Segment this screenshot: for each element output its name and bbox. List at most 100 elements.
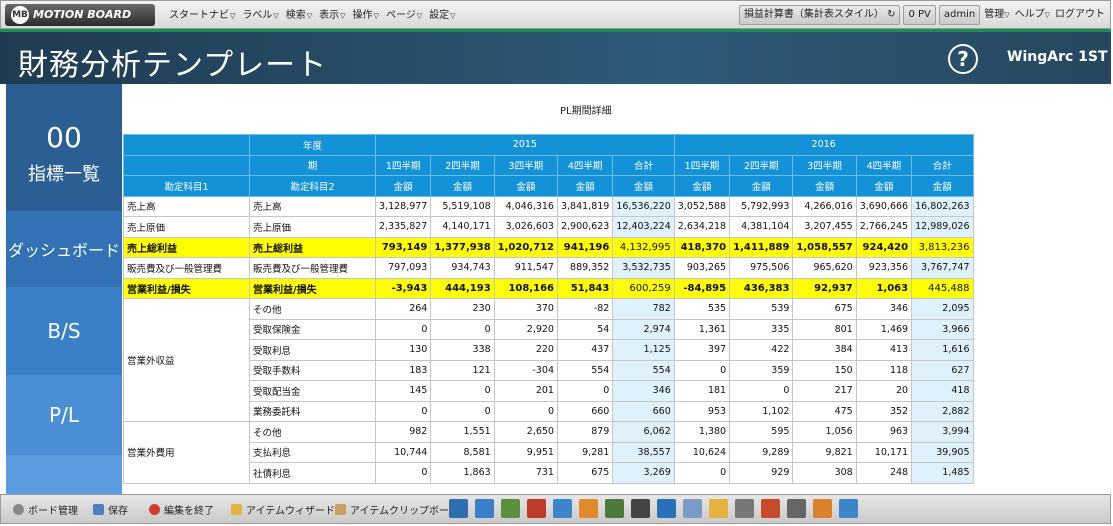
panel-icon[interactable] — [605, 499, 624, 518]
value-cell[interactable]: 264 — [374, 298, 432, 320]
total-cell[interactable]: 554 — [612, 359, 675, 381]
acc1-cell[interactable]: 営業利益/損失 — [123, 277, 250, 299]
motionboard-logo[interactable]: MB MOTION BOARD — [5, 4, 155, 26]
value-cell[interactable]: 2,335,827 — [374, 216, 432, 238]
total-cell[interactable]: 3,767,747 — [911, 257, 974, 279]
value-cell[interactable]: 660 — [556, 400, 614, 422]
value-cell[interactable]: 911,547 — [493, 257, 558, 279]
globe-icon[interactable] — [657, 499, 676, 518]
acc1-cell[interactable]: 販売費及び一般管理費 — [123, 257, 250, 279]
value-cell[interactable]: -82 — [556, 298, 614, 320]
value-cell[interactable]: 359 — [729, 359, 794, 381]
value-cell[interactable]: 9,289 — [729, 441, 794, 463]
total-cell[interactable]: 16,802,263 — [911, 195, 974, 217]
value-cell[interactable]: 975,506 — [729, 257, 794, 279]
value-cell[interactable]: 0 — [493, 400, 558, 422]
total-cell[interactable]: 12,989,026 — [911, 216, 974, 238]
total-cell[interactable]: 1,125 — [612, 339, 675, 361]
value-cell[interactable]: 150 — [792, 359, 857, 381]
value-cell[interactable]: 1,377,938 — [430, 236, 495, 258]
acc2-cell[interactable]: 支払利息 — [249, 441, 376, 463]
value-cell[interactable]: 444,193 — [430, 277, 495, 299]
menu-view[interactable]: 表示▽ — [319, 1, 345, 30]
value-cell[interactable]: 793,149 — [374, 236, 432, 258]
value-cell[interactable]: 3,128,977 — [374, 195, 432, 217]
total-cell[interactable]: 1,616 — [911, 339, 974, 361]
layout-icon[interactable] — [449, 499, 468, 518]
total-cell[interactable]: 4,132,995 — [612, 236, 675, 258]
value-cell[interactable]: 201 — [493, 380, 558, 402]
total-cell[interactable]: 1,485 — [911, 462, 974, 484]
total-cell[interactable]: 418 — [911, 380, 974, 402]
value-cell[interactable]: 92,937 — [792, 277, 857, 299]
value-cell[interactable]: 475 — [792, 400, 857, 422]
value-cell[interactable]: 10,624 — [673, 441, 731, 463]
value-cell[interactable]: 0 — [374, 462, 432, 484]
total-cell[interactable]: 600,259 — [612, 277, 675, 299]
acc2-cell[interactable]: 受取利息 — [249, 339, 376, 361]
total-cell[interactable]: 2,882 — [911, 400, 974, 422]
acc2-cell[interactable]: その他 — [249, 421, 376, 443]
total-cell[interactable]: 3,813,236 — [911, 236, 974, 258]
value-cell[interactable]: 338 — [430, 339, 495, 361]
folder-icon[interactable] — [709, 499, 728, 518]
value-cell[interactable]: 675 — [556, 462, 614, 484]
save-button[interactable]: 保存 — [93, 502, 128, 517]
value-cell[interactable]: 1,469 — [855, 318, 913, 340]
value-cell[interactable]: 4,046,316 — [493, 195, 558, 217]
acc2-cell[interactable]: 売上高 — [249, 195, 376, 217]
sidebar-item-bs[interactable]: B/S — [6, 287, 122, 375]
logout-link[interactable]: ログアウト — [1054, 5, 1106, 25]
clock-icon[interactable] — [527, 499, 546, 518]
period-header[interactable]: 4四半期 — [855, 154, 913, 176]
value-cell[interactable]: 5,519,108 — [430, 195, 495, 217]
value-cell[interactable]: 1,020,712 — [493, 236, 558, 258]
form-icon[interactable] — [787, 499, 806, 518]
menu-search[interactable]: 検索▽ — [286, 1, 312, 30]
total-cell[interactable]: 445,488 — [911, 277, 974, 299]
total-cell[interactable]: 346 — [612, 380, 675, 402]
refresh-icon[interactable]: ↻ — [887, 9, 895, 20]
value-cell[interactable]: 1,863 — [430, 462, 495, 484]
period-header[interactable]: 2四半期 — [430, 154, 495, 176]
acc1-cell[interactable]: 売上原価 — [123, 216, 250, 238]
value-cell[interactable]: 797,093 — [374, 257, 432, 279]
acc1-cell[interactable]: 売上総利益 — [123, 236, 250, 258]
total-cell[interactable]: 12,403,224 — [612, 216, 675, 238]
value-cell[interactable]: 929 — [729, 462, 794, 484]
value-cell[interactable]: 801 — [792, 318, 857, 340]
value-cell[interactable]: 9,281 — [556, 441, 614, 463]
value-cell[interactable]: 924,420 — [855, 236, 913, 258]
total-cell[interactable]: 627 — [911, 359, 974, 381]
value-cell[interactable]: -84,895 — [673, 277, 731, 299]
value-cell[interactable]: 9,951 — [493, 441, 558, 463]
value-cell[interactable]: 879 — [556, 421, 614, 443]
grid-icon[interactable] — [501, 499, 520, 518]
total-cell[interactable]: 38,557 — [612, 441, 675, 463]
scatter-icon[interactable] — [579, 499, 598, 518]
total-cell[interactable]: 6,062 — [612, 421, 675, 443]
value-cell[interactable]: 418,370 — [673, 236, 731, 258]
value-cell[interactable]: 1,102 — [729, 400, 794, 422]
text-icon[interactable] — [631, 499, 650, 518]
value-cell[interactable]: 54 — [556, 318, 614, 340]
value-cell[interactable]: 2,766,245 — [855, 216, 913, 238]
value-cell[interactable]: 1,551 — [430, 421, 495, 443]
acc2-cell[interactable]: 営業利益/損失 — [249, 277, 376, 299]
value-cell[interactable]: 889,352 — [556, 257, 614, 279]
value-cell[interactable]: -304 — [493, 359, 558, 381]
value-cell[interactable]: 352 — [855, 400, 913, 422]
value-cell[interactable]: 0 — [673, 359, 731, 381]
value-cell[interactable]: 3,207,455 — [792, 216, 857, 238]
value-cell[interactable]: 0 — [374, 318, 432, 340]
value-cell[interactable]: 2,650 — [493, 421, 558, 443]
sidebar-item-dashboard[interactable]: ダッシュボード — [6, 211, 122, 287]
value-cell[interactable]: 965,620 — [792, 257, 857, 279]
value-cell[interactable]: 539 — [729, 298, 794, 320]
acc1-cell[interactable]: 売上高 — [123, 195, 250, 217]
value-cell[interactable]: 941,196 — [556, 236, 614, 258]
input-icon[interactable] — [735, 499, 754, 518]
value-cell[interactable]: 51,843 — [556, 277, 614, 299]
value-cell[interactable]: 121 — [430, 359, 495, 381]
chart-icon[interactable] — [475, 499, 494, 518]
